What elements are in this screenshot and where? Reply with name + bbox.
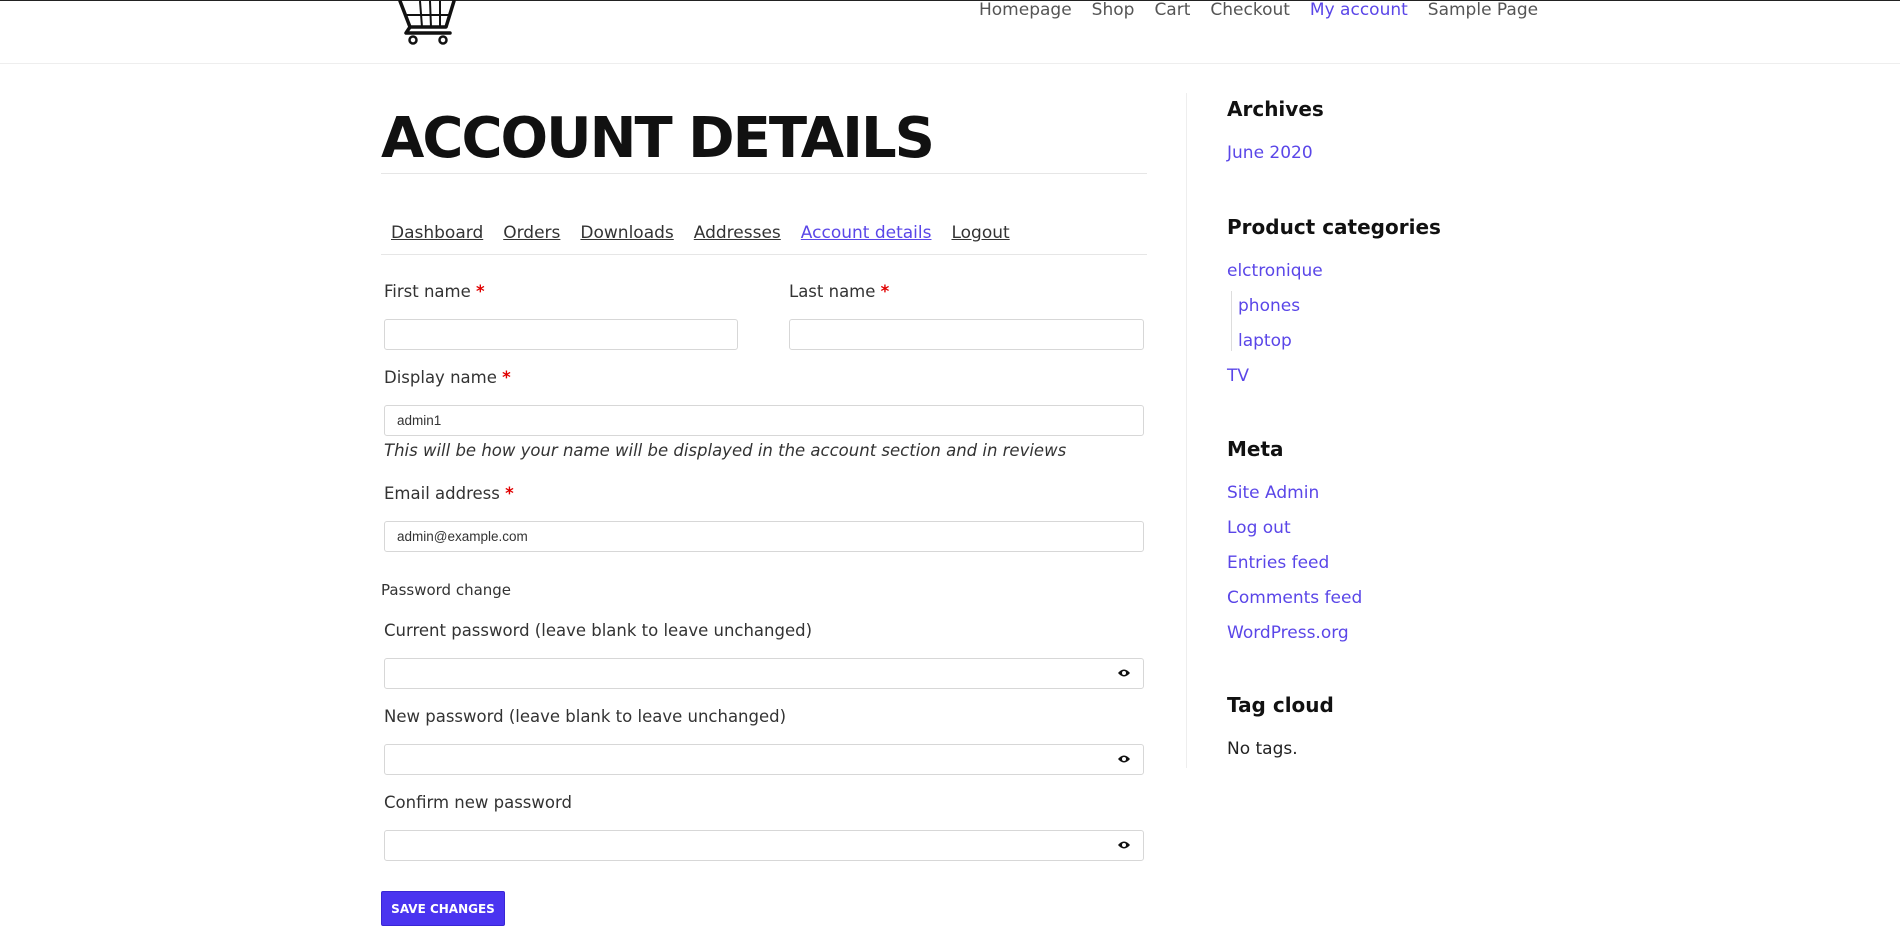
archive-link-june-2020[interactable]: June 2020	[1227, 143, 1313, 163]
primary-nav: Homepage Shop Cart Checkout My account S…	[979, 1, 1558, 19]
email-label: Email address *	[384, 484, 514, 503]
last-name-label: Last name *	[789, 282, 889, 301]
first-name-input[interactable]	[384, 319, 738, 350]
email-label-text: Email address	[384, 484, 500, 503]
display-name-hint: This will be how your name will be displ…	[384, 441, 1067, 460]
sidebar-divider	[1186, 93, 1187, 768]
nav-checkout[interactable]: Checkout	[1210, 1, 1290, 19]
new-password-label: New password (leave blank to leave uncha…	[384, 707, 787, 726]
confirm-password-label: Confirm new password	[384, 793, 572, 812]
required-mark: *	[502, 368, 511, 387]
first-name-label-text: First name	[384, 282, 471, 301]
eye-icon[interactable]	[1117, 667, 1131, 679]
category-tv[interactable]: TV	[1227, 366, 1249, 386]
nav-shop[interactable]: Shop	[1092, 1, 1135, 19]
last-name-input[interactable]	[789, 319, 1144, 350]
cart-logo-icon[interactable]	[392, 0, 460, 45]
display-name-label: Display name *	[384, 368, 511, 387]
tag-cloud-title: Tag cloud	[1227, 693, 1334, 717]
account-nav-addresses[interactable]: Addresses	[694, 223, 781, 243]
product-categories-title: Product categories	[1227, 215, 1441, 239]
category-laptop[interactable]: laptop	[1237, 331, 1292, 351]
current-password-input[interactable]	[384, 658, 1144, 689]
account-nav-orders[interactable]: Orders	[503, 223, 560, 243]
display-name-input[interactable]: admin1	[384, 405, 1144, 436]
tag-cloud-empty-text: No tags.	[1227, 739, 1298, 759]
nav-my-account[interactable]: My account	[1310, 1, 1408, 19]
page-title: ACCOUNT DETAILS	[381, 106, 935, 171]
title-divider	[381, 173, 1147, 174]
required-mark: *	[505, 484, 514, 503]
account-nav-account-details[interactable]: Account details	[801, 223, 932, 243]
eye-icon[interactable]	[1117, 753, 1131, 765]
save-changes-button[interactable]: SAVE CHANGES	[381, 891, 505, 926]
display-name-label-text: Display name	[384, 368, 497, 387]
site-header: Homepage Shop Cart Checkout My account S…	[0, 0, 1900, 64]
required-mark: *	[880, 282, 890, 301]
category-elctronique[interactable]: elctronique	[1227, 261, 1323, 281]
nav-sample-page[interactable]: Sample Page	[1428, 1, 1538, 19]
email-value: admin@example.com	[397, 529, 528, 544]
meta-log-out[interactable]: Log out	[1227, 518, 1291, 538]
account-nav-logout[interactable]: Logout	[951, 223, 1009, 243]
email-input[interactable]: admin@example.com	[384, 521, 1144, 552]
subcategory-guide	[1231, 291, 1232, 351]
meta-title: Meta	[1227, 437, 1284, 461]
archives-title: Archives	[1227, 97, 1324, 121]
account-nav-downloads[interactable]: Downloads	[580, 223, 673, 243]
account-nav-dashboard[interactable]: Dashboard	[391, 223, 483, 243]
meta-site-admin[interactable]: Site Admin	[1227, 483, 1319, 503]
first-name-label: First name *	[384, 282, 485, 301]
current-password-label: Current password (leave blank to leave u…	[384, 621, 813, 640]
nav-cart[interactable]: Cart	[1154, 1, 1190, 19]
new-password-input[interactable]	[384, 744, 1144, 775]
meta-wordpress-org[interactable]: WordPress.org	[1227, 623, 1349, 643]
category-phones[interactable]: phones	[1237, 296, 1300, 316]
display-name-value: admin1	[397, 413, 442, 428]
meta-entries-feed[interactable]: Entries feed	[1227, 553, 1329, 573]
eye-icon[interactable]	[1117, 839, 1131, 851]
required-mark: *	[476, 282, 485, 301]
nav-divider	[381, 254, 1147, 255]
nav-homepage[interactable]: Homepage	[979, 1, 1072, 19]
last-name-label-text: Last name	[789, 282, 876, 301]
meta-comments-feed[interactable]: Comments feed	[1227, 588, 1362, 608]
password-change-legend: Password change	[381, 581, 512, 599]
account-navigation: Dashboard Orders Downloads Addresses Acc…	[391, 223, 1030, 243]
confirm-password-input[interactable]	[384, 830, 1144, 861]
